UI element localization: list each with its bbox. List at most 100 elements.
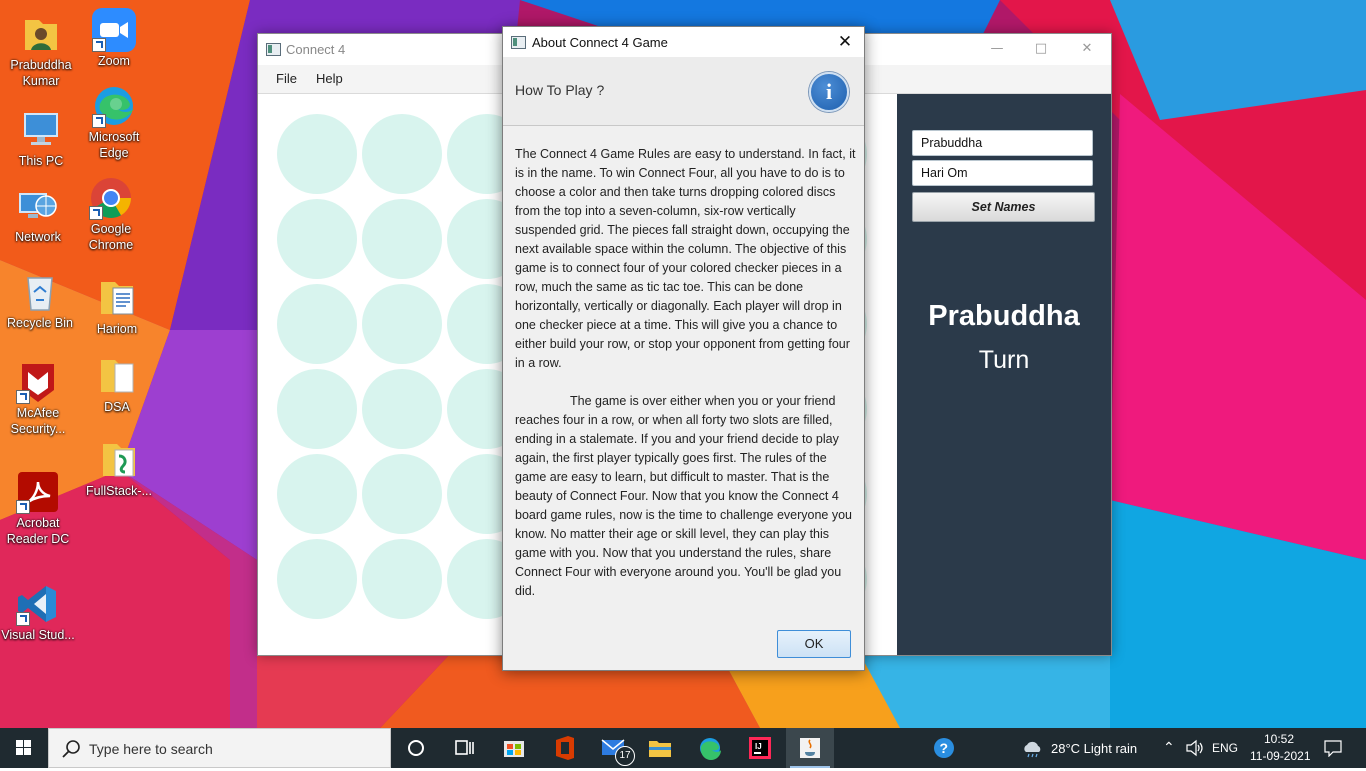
desktop-icon-hariom[interactable]: Hariom (79, 276, 155, 337)
taskbar-file-explorer[interactable] (636, 728, 684, 768)
board-slot[interactable] (277, 199, 357, 279)
store-icon (504, 741, 524, 757)
board-slot[interactable] (362, 539, 442, 619)
desktop-icon-acrobat[interactable]: Acrobat Reader DC (0, 470, 76, 547)
board-slot[interactable] (277, 539, 357, 619)
dialog-body: The Connect 4 Game Rules are easy to und… (515, 145, 856, 601)
desktop-icon-label: FullStack-... (86, 484, 152, 498)
desktop-icon-label: Visual Stud... (1, 628, 75, 642)
dialog-heading: How To Play ? (515, 82, 605, 98)
help-tray-button[interactable]: ? (920, 728, 968, 768)
chevron-up-icon[interactable]: ⌃ (1163, 739, 1175, 756)
desktop-icon-edge[interactable]: Microsoft Edge (76, 84, 152, 161)
taskbar-search-box[interactable]: Type here to search (48, 728, 391, 768)
dialog-close-button[interactable]: ✕ (832, 30, 858, 54)
taskbar-edge[interactable] (686, 728, 734, 768)
clock-time[interactable]: 10:52 (1264, 732, 1294, 746)
desktop-icon-label: Hariom (96, 322, 138, 336)
board-slot[interactable] (362, 369, 442, 449)
board-slot[interactable] (362, 199, 442, 279)
desktop-icon-zoom[interactable]: Zoom (76, 8, 152, 69)
speaker-icon[interactable] (1185, 739, 1205, 757)
taskbar: Type here to search IJ ? 28°C Light rain… (0, 728, 1366, 768)
shortcut-arrow-icon (16, 500, 30, 514)
java-icon (800, 738, 820, 758)
desktop-icon-label: Recycle Bin (7, 316, 73, 330)
minimize-button[interactable]: — (982, 38, 1012, 60)
ok-button[interactable]: OK (777, 630, 851, 658)
shortcut-arrow-icon (16, 390, 30, 404)
mail-badge: 17 (615, 746, 635, 766)
desktop-icon-label: Google Chrome (88, 222, 134, 252)
menu-file[interactable]: File (276, 71, 297, 86)
info-icon: i (809, 72, 849, 112)
board-slot[interactable] (277, 284, 357, 364)
taskbar-intellij[interactable]: IJ (736, 728, 784, 768)
file-explorer-icon (649, 741, 671, 757)
task-view-button[interactable] (440, 728, 488, 768)
desktop-icon-label: Prabuddha Kumar (10, 58, 72, 88)
app-title: Connect 4 (286, 42, 346, 57)
network-icon (19, 193, 57, 218)
desktop-icon-mcafee[interactable]: McAfee Security... (0, 360, 76, 437)
shortcut-arrow-icon (89, 206, 103, 220)
document-icon (101, 282, 134, 315)
player-one-name-field[interactable]: Prabuddha (912, 130, 1093, 156)
svg-text:IJ: IJ (755, 742, 762, 751)
rules-paragraph-2: The game is over either when you or your… (515, 394, 852, 598)
dialog-window-icon (511, 36, 526, 49)
computer-icon (24, 113, 58, 145)
close-button[interactable]: ✕ (1072, 38, 1102, 60)
set-names-button[interactable]: Set Names (912, 192, 1095, 222)
windows-logo-icon (16, 740, 31, 755)
shortcut-arrow-icon (16, 612, 30, 626)
desktop-icon-recycle-bin[interactable]: Recycle Bin (2, 270, 78, 331)
app-window-icon (266, 43, 281, 56)
search-placeholder: Type here to search (89, 741, 213, 757)
desktop-icon-prabuddha-kumar[interactable]: Prabuddha Kumar (3, 12, 79, 89)
desktop-icon-label: Zoom (98, 54, 130, 68)
clock-date[interactable]: 11-09-2021 (1250, 749, 1311, 763)
taskbar-office[interactable] (540, 728, 588, 768)
maximize-button[interactable]: □ (1026, 38, 1056, 60)
board-slot[interactable] (362, 454, 442, 534)
weather-text[interactable]: 28°C Light rain (1051, 741, 1137, 756)
menu-help[interactable]: Help (316, 71, 343, 86)
desktop-icon-label: This PC (18, 154, 64, 168)
desktop-icon-label: Microsoft Edge (88, 130, 140, 160)
language-indicator[interactable]: ENG (1212, 741, 1238, 755)
turn-label: Turn (978, 346, 1030, 374)
office-icon (556, 736, 574, 760)
desktop-icon-dsa[interactable]: DSA (79, 354, 155, 415)
desktop-icon-this-pc[interactable]: This PC (3, 108, 79, 169)
desktop-icon-fullstack[interactable]: FullStack-... (81, 438, 157, 499)
svg-text:?: ? (940, 740, 949, 756)
desktop-icon-network[interactable]: Network (0, 184, 76, 245)
dialog-title: About Connect 4 Game (532, 35, 668, 50)
desktop-icon-chrome[interactable]: Google Chrome (73, 176, 149, 253)
cortana-button[interactable] (392, 728, 440, 768)
player-two-name-field[interactable]: Hari Om (912, 160, 1093, 186)
current-player-name: Prabuddha (928, 300, 1080, 332)
help-icon: ? (934, 738, 954, 758)
taskbar-java[interactable] (786, 728, 834, 768)
dialog-titlebar[interactable]: About Connect 4 Game ✕ (503, 27, 864, 57)
board-slot[interactable] (362, 114, 442, 194)
notifications-icon[interactable] (1323, 739, 1343, 757)
cloud-rain-icon (1024, 741, 1041, 758)
shortcut-arrow-icon (92, 38, 106, 52)
board-slot[interactable] (277, 114, 357, 194)
board-slot[interactable] (362, 284, 442, 364)
search-icon (62, 740, 80, 758)
task-view-icon (455, 740, 474, 755)
start-button[interactable] (0, 728, 48, 768)
board-slot[interactable] (277, 454, 357, 534)
player-panel: Prabuddha Hari Om Set Names Prabuddha Tu… (897, 94, 1111, 655)
recycle-bin-icon (27, 277, 53, 311)
taskbar-store[interactable] (490, 728, 538, 768)
about-dialog: About Connect 4 Game ✕ How To Play ? i T… (502, 26, 865, 671)
desktop-icon-vscode[interactable]: Visual Stud... (0, 582, 76, 643)
board-slot[interactable] (277, 369, 357, 449)
desktop-icon-label: Network (15, 230, 61, 244)
shortcut-arrow-icon (92, 114, 106, 128)
